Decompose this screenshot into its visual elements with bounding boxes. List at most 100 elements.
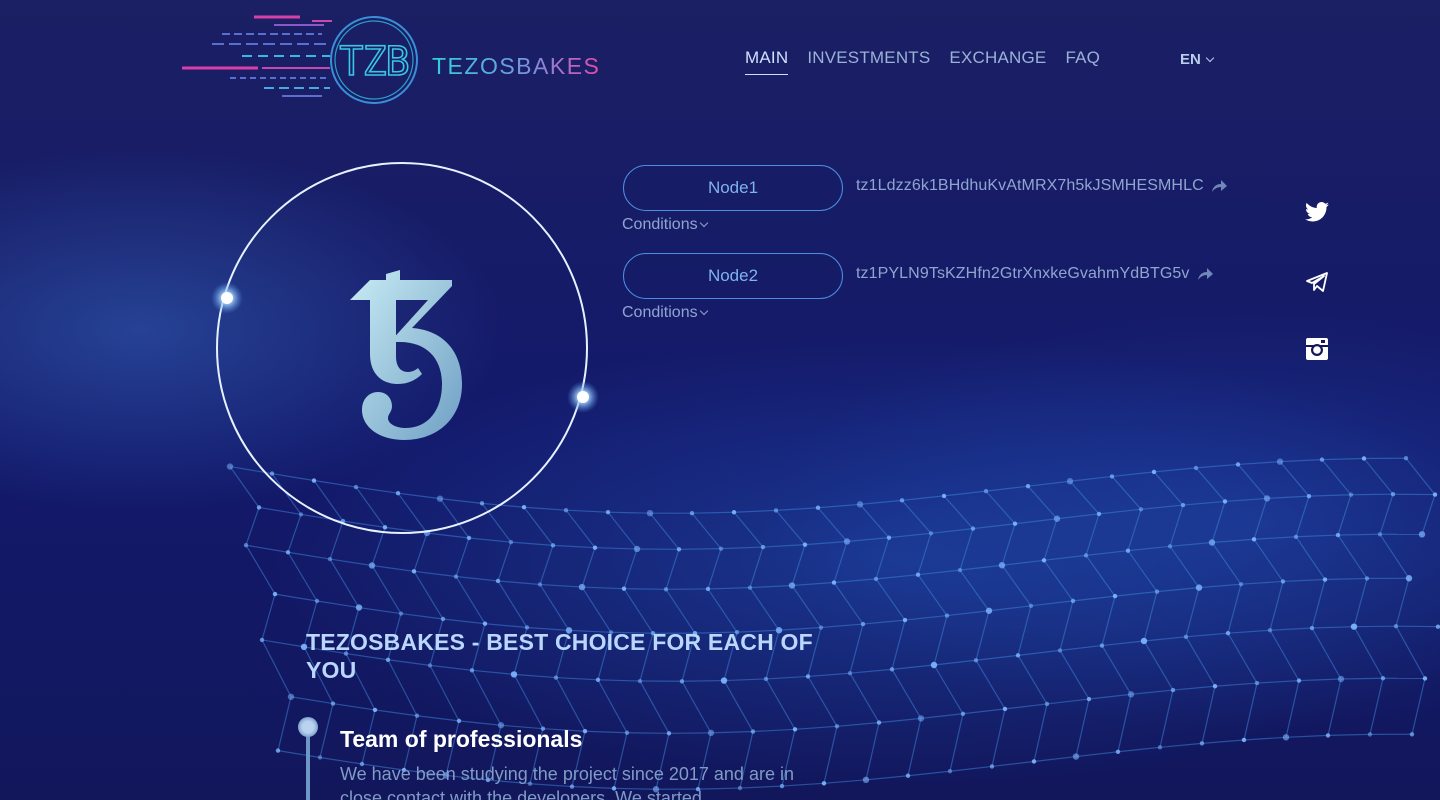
mesh-node bbox=[802, 542, 808, 547]
mesh-line bbox=[1211, 542, 1242, 585]
mesh-node bbox=[862, 776, 870, 784]
nav-main[interactable]: MAIN bbox=[745, 48, 789, 75]
mesh-node bbox=[957, 567, 963, 573]
mesh-line bbox=[455, 575, 499, 582]
mesh-node bbox=[676, 547, 682, 552]
mesh-line bbox=[316, 600, 360, 609]
twitter-icon bbox=[1305, 202, 1329, 222]
mesh-line bbox=[1337, 494, 1352, 536]
mesh-node bbox=[1306, 493, 1312, 499]
mesh-line bbox=[1269, 581, 1284, 631]
mesh-line bbox=[1211, 538, 1255, 544]
mesh-line bbox=[1101, 640, 1145, 647]
mesh-node bbox=[1031, 759, 1037, 764]
mesh-node bbox=[1325, 733, 1331, 738]
node1-conditions-toggle[interactable]: Conditions bbox=[622, 216, 708, 234]
mesh-line bbox=[691, 512, 722, 550]
node1-button[interactable]: Node1 bbox=[623, 165, 843, 211]
language-label: EN bbox=[1180, 51, 1201, 68]
mesh-node bbox=[1293, 534, 1299, 539]
mesh-line bbox=[1101, 595, 1116, 646]
chevron-down-icon bbox=[699, 306, 708, 316]
mesh-node bbox=[272, 591, 278, 597]
mesh-line bbox=[626, 732, 670, 734]
nav-faq[interactable]: FAQ bbox=[1065, 48, 1100, 75]
mesh-line bbox=[1269, 629, 1300, 681]
mesh-line bbox=[1088, 693, 1132, 700]
mesh-node bbox=[440, 616, 446, 622]
mesh-line bbox=[1033, 755, 1077, 763]
telegram-icon bbox=[1306, 272, 1328, 292]
twitter-link[interactable] bbox=[1304, 199, 1330, 225]
mesh-line bbox=[1143, 636, 1187, 642]
language-selector[interactable]: EN bbox=[1180, 51, 1215, 68]
mesh-line bbox=[823, 726, 838, 784]
mesh-line bbox=[1001, 523, 1016, 566]
mesh-node bbox=[355, 604, 363, 611]
mesh-line bbox=[975, 659, 1006, 710]
mesh-node bbox=[1183, 634, 1189, 640]
mesh-line bbox=[1017, 649, 1061, 656]
instagram-link[interactable] bbox=[1304, 336, 1330, 362]
mesh-line bbox=[833, 582, 864, 625]
mesh-line bbox=[1004, 703, 1048, 710]
node1-address[interactable]: tz1Ldzz6k1BHdhuKvAtMRX7h5kJSMHESMHLC bbox=[856, 177, 1204, 195]
mesh-line bbox=[277, 696, 292, 751]
mesh-line bbox=[794, 725, 838, 730]
mesh-line bbox=[1033, 703, 1048, 762]
mesh-line bbox=[1098, 508, 1142, 515]
mesh-node bbox=[989, 764, 995, 769]
mesh-line bbox=[949, 713, 964, 772]
mesh-line bbox=[1237, 461, 1281, 466]
node1-conditions-label: Conditions bbox=[622, 216, 698, 233]
mesh-line bbox=[413, 570, 457, 578]
share-arrow-icon[interactable] bbox=[1196, 267, 1214, 281]
mesh-node bbox=[1015, 653, 1021, 658]
mesh-node bbox=[275, 748, 281, 753]
mesh-line bbox=[733, 511, 764, 548]
mesh-node bbox=[368, 562, 376, 569]
mesh-node bbox=[1138, 507, 1144, 512]
mesh-node bbox=[1066, 478, 1074, 485]
nav-exchange[interactable]: EXCHANGE bbox=[949, 48, 1046, 75]
mesh-line bbox=[707, 548, 722, 590]
tezosbakes-logo[interactable]: TZB TEZOSBAKES bbox=[182, 12, 602, 104]
mesh-line bbox=[1001, 564, 1032, 607]
mesh-line bbox=[1085, 555, 1116, 597]
telegram-link[interactable] bbox=[1304, 269, 1330, 295]
mesh-node bbox=[1409, 732, 1415, 737]
node2-button[interactable]: Node2 bbox=[623, 253, 843, 299]
mesh-line bbox=[261, 593, 276, 641]
mesh-node bbox=[1025, 483, 1031, 489]
mesh-node bbox=[287, 693, 295, 700]
mesh-line bbox=[1153, 471, 1184, 506]
logo-monogram: TZB bbox=[339, 39, 408, 85]
mesh-line bbox=[959, 564, 1003, 571]
mesh-line bbox=[917, 533, 932, 575]
mesh-line bbox=[1295, 495, 1310, 537]
node2-conditions-toggle[interactable]: Conditions bbox=[622, 304, 708, 322]
mesh-node bbox=[1251, 537, 1257, 542]
mesh-line bbox=[1185, 632, 1229, 638]
mesh-node bbox=[831, 580, 837, 585]
mesh-line bbox=[1282, 578, 1326, 583]
mesh-line bbox=[943, 495, 974, 530]
mesh-line bbox=[775, 510, 806, 546]
mesh-line bbox=[975, 610, 990, 661]
share-arrow-icon[interactable] bbox=[1210, 179, 1228, 193]
mesh-node bbox=[847, 671, 853, 676]
mesh-node bbox=[1319, 457, 1325, 462]
mesh-node bbox=[960, 711, 966, 716]
mesh-line bbox=[1285, 680, 1300, 738]
node2-address[interactable]: tz1PYLN9TsKZHfn2GtrXnxkeGvahmYdBTG5v bbox=[856, 265, 1190, 283]
mesh-line bbox=[1027, 480, 1071, 487]
nav-investments[interactable]: INVESTMENTS bbox=[807, 48, 930, 75]
mesh-node bbox=[815, 505, 821, 510]
mesh-node bbox=[1267, 628, 1273, 633]
mesh-line bbox=[1363, 458, 1394, 495]
node1-address-row: tz1Ldzz6k1BHdhuKvAtMRX7h5kJSMHESMHLC bbox=[856, 177, 1228, 195]
mesh-line bbox=[1324, 577, 1368, 581]
mesh-node bbox=[1083, 553, 1089, 558]
mesh-line bbox=[888, 532, 932, 539]
mesh-line bbox=[991, 760, 1035, 768]
